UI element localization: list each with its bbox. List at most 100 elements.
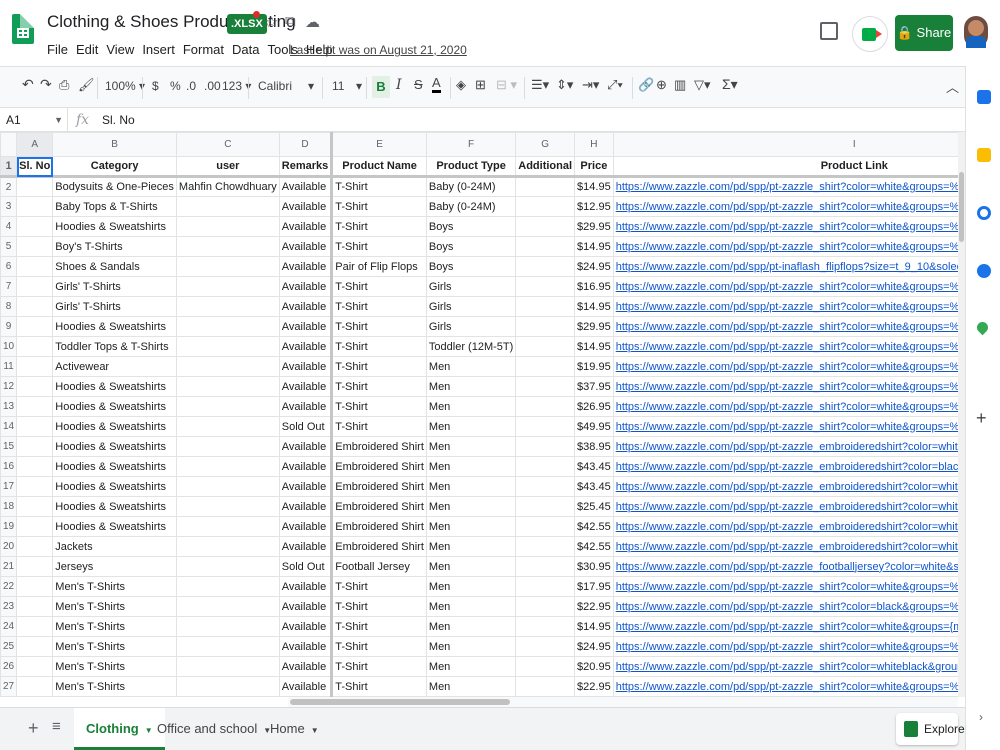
cell-product-link[interactable]: https://www.zazzle.com/pd/spp/pt-zazzle_… bbox=[612, 236, 958, 257]
cell-additional[interactable] bbox=[515, 536, 576, 557]
cell-product-type[interactable]: Men bbox=[425, 556, 517, 577]
row-number[interactable]: 2 bbox=[0, 176, 18, 197]
cell-product-type[interactable]: Boys bbox=[425, 236, 517, 257]
cell-additional[interactable] bbox=[515, 256, 576, 277]
cell-remarks[interactable]: Available bbox=[278, 276, 334, 297]
cell-product-type[interactable]: Men bbox=[425, 596, 517, 617]
cell-product-type[interactable]: Men bbox=[425, 616, 517, 637]
cell-product-type[interactable]: Men bbox=[425, 416, 517, 437]
menu-file[interactable]: File bbox=[47, 42, 68, 57]
row-number[interactable]: 12 bbox=[0, 376, 18, 397]
cell-remarks[interactable]: Sold Out bbox=[278, 416, 334, 437]
cell-user[interactable] bbox=[175, 456, 280, 477]
cell-product-name[interactable]: T-Shirt bbox=[331, 416, 427, 437]
cell-user[interactable] bbox=[175, 416, 280, 437]
cell-price[interactable]: $14.95 bbox=[574, 296, 614, 317]
header-cell[interactable]: Sl. No bbox=[16, 156, 54, 178]
cell-product-name[interactable]: T-Shirt bbox=[331, 596, 427, 617]
cell-category[interactable]: Hoodies & Sweatshirts bbox=[52, 476, 177, 497]
horizontal-scrollbar[interactable] bbox=[288, 697, 958, 707]
cell-price[interactable]: $17.95 bbox=[574, 576, 614, 597]
cell-product-type[interactable]: Baby (0-24M) bbox=[425, 196, 517, 217]
cell-product-link[interactable]: https://www.zazzle.com/pd/spp/pt-zazzle_… bbox=[612, 536, 958, 557]
row-number[interactable]: 15 bbox=[0, 436, 18, 457]
cell-sl-no[interactable] bbox=[16, 316, 54, 337]
cell-product-link[interactable]: https://www.zazzle.com/pd/spp/pt-zazzle_… bbox=[612, 316, 958, 337]
cell-remarks[interactable]: Available bbox=[278, 296, 334, 317]
column-header[interactable]: B bbox=[52, 132, 177, 157]
cell-category[interactable]: Bodysuits & One-Pieces bbox=[52, 176, 177, 197]
row-number[interactable]: 8 bbox=[0, 296, 18, 317]
cell-product-type[interactable]: Men bbox=[425, 636, 517, 657]
column-header[interactable]: G bbox=[515, 132, 576, 157]
cell-price[interactable]: $22.95 bbox=[574, 676, 614, 697]
cell-price[interactable]: $42.55 bbox=[574, 536, 614, 557]
italic-button[interactable]: I bbox=[396, 77, 402, 93]
cell-product-link[interactable]: https://www.zazzle.com/pd/spp/pt-zazzle_… bbox=[612, 596, 958, 617]
cell-product-name[interactable]: Embroidered Shirt bbox=[331, 436, 427, 457]
cell-additional[interactable] bbox=[515, 476, 576, 497]
cell-price[interactable]: $20.95 bbox=[574, 656, 614, 677]
cell-price[interactable]: $14.95 bbox=[574, 616, 614, 637]
cell-user[interactable] bbox=[175, 316, 280, 337]
cell-additional[interactable] bbox=[515, 196, 576, 217]
cell-product-type[interactable]: Men bbox=[425, 676, 517, 697]
cell-additional[interactable] bbox=[515, 316, 576, 337]
cell-product-name[interactable]: T-Shirt bbox=[331, 656, 427, 677]
cell-sl-no[interactable] bbox=[16, 236, 54, 257]
cell-remarks[interactable]: Available bbox=[278, 676, 334, 697]
cell-user[interactable] bbox=[175, 196, 280, 217]
redo-icon[interactable]: ↷ bbox=[40, 76, 52, 93]
cell-sl-no[interactable] bbox=[16, 196, 54, 217]
cell-product-name[interactable]: Embroidered Shirt bbox=[331, 456, 427, 477]
all-sheets-icon[interactable]: ≡ bbox=[52, 718, 61, 735]
cell-price[interactable]: $37.95 bbox=[574, 376, 614, 397]
cell-product-type[interactable]: Men bbox=[425, 496, 517, 517]
cell-price[interactable]: $24.95 bbox=[574, 256, 614, 277]
header-cell[interactable]: Product Link bbox=[612, 156, 958, 178]
cell-price[interactable]: $43.45 bbox=[574, 456, 614, 477]
cell-product-type[interactable]: Girls bbox=[425, 316, 517, 337]
row-number[interactable]: 22 bbox=[0, 576, 18, 597]
cell-price[interactable]: $29.95 bbox=[574, 216, 614, 237]
cell-product-type[interactable]: Men bbox=[425, 436, 517, 457]
cell-category[interactable]: Hoodies & Sweatshirts bbox=[52, 316, 177, 337]
cell-category[interactable]: Men's T-Shirts bbox=[52, 656, 177, 677]
zoom-select[interactable]: 100% ▾ bbox=[105, 79, 145, 93]
cell-category[interactable]: Men's T-Shirts bbox=[52, 576, 177, 597]
cell-product-name[interactable]: T-Shirt bbox=[331, 676, 427, 697]
cell-remarks[interactable]: Available bbox=[278, 496, 334, 517]
cell-category[interactable]: Shoes & Sandals bbox=[52, 256, 177, 277]
cell-additional[interactable] bbox=[515, 636, 576, 657]
header-cell[interactable]: Additional bbox=[515, 156, 576, 178]
cell-product-link[interactable]: https://www.zazzle.com/pd/spp/pt-zazzle_… bbox=[612, 636, 958, 657]
cell-category[interactable]: Hoodies & Sweatshirts bbox=[52, 456, 177, 477]
cell-user[interactable] bbox=[175, 556, 280, 577]
cell-product-link[interactable]: https://www.zazzle.com/pd/spp/pt-zazzle_… bbox=[612, 276, 958, 297]
cell-user[interactable] bbox=[175, 376, 280, 397]
cell-category[interactable]: Toddler Tops & T-Shirts bbox=[52, 336, 177, 357]
cell-product-name[interactable]: T-Shirt bbox=[331, 396, 427, 417]
cell-remarks[interactable]: Available bbox=[278, 236, 334, 257]
cell-price[interactable]: $26.95 bbox=[574, 396, 614, 417]
cell-user[interactable] bbox=[175, 236, 280, 257]
cell-remarks[interactable]: Available bbox=[278, 356, 334, 377]
borders-icon[interactable]: ⊞ bbox=[475, 77, 486, 93]
calendar-icon[interactable] bbox=[977, 90, 991, 104]
row-number[interactable]: 26 bbox=[0, 656, 18, 677]
cell-price[interactable]: $14.95 bbox=[574, 236, 614, 257]
header-cell[interactable]: Remarks bbox=[278, 156, 334, 178]
cell-product-name[interactable]: Embroidered Shirt bbox=[331, 536, 427, 557]
cell-remarks[interactable]: Available bbox=[278, 576, 334, 597]
cell-remarks[interactable]: Available bbox=[278, 256, 334, 277]
meet-button[interactable] bbox=[852, 16, 888, 52]
cell-category[interactable]: Men's T-Shirts bbox=[52, 596, 177, 617]
cell-product-link[interactable]: https://www.zazzle.com/pd/spp/pt-zazzle_… bbox=[612, 476, 958, 497]
row-number[interactable]: 23 bbox=[0, 596, 18, 617]
user-avatar[interactable] bbox=[964, 16, 988, 48]
cell-sl-no[interactable] bbox=[16, 376, 54, 397]
print-icon[interactable]: ⎙ bbox=[59, 77, 69, 93]
cell-sl-no[interactable] bbox=[16, 396, 54, 417]
cell-price[interactable]: $42.55 bbox=[574, 516, 614, 537]
column-header[interactable]: I bbox=[612, 132, 958, 157]
